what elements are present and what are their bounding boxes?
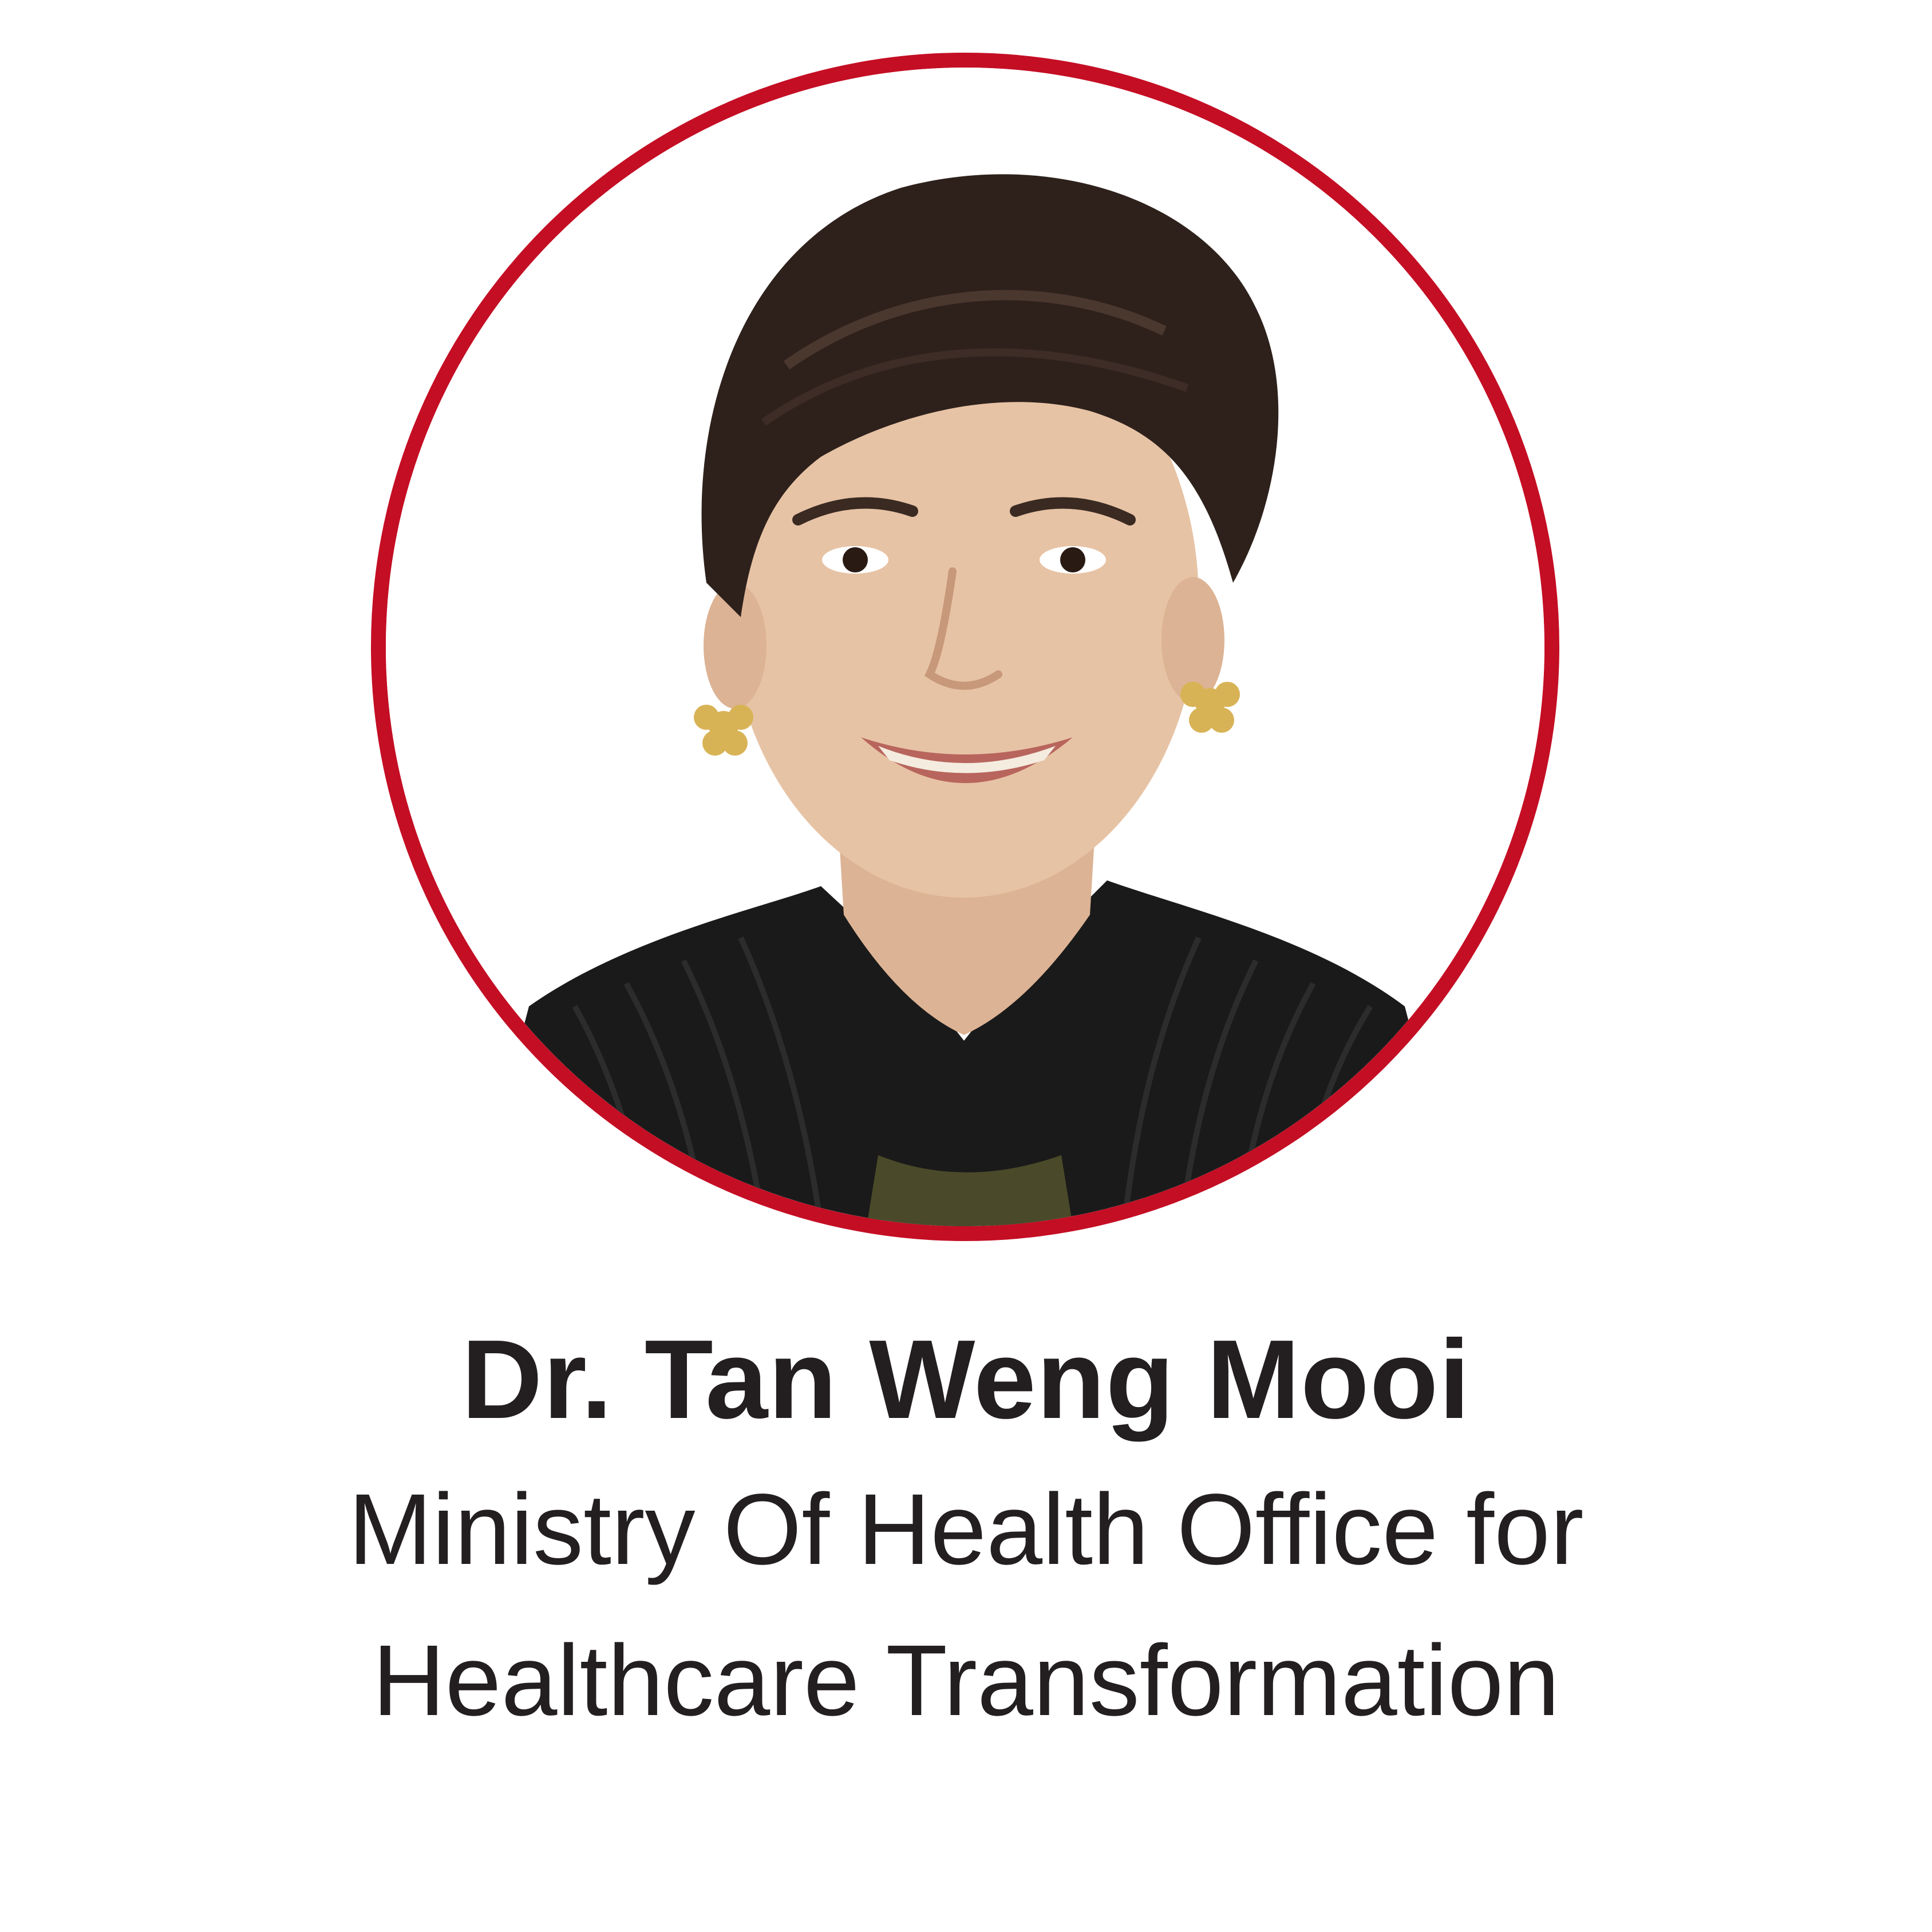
portrait-frame: [371, 53, 1559, 1241]
affiliation-line-1: Ministry Of Health Office for: [348, 1473, 1584, 1586]
portrait-photo: [386, 68, 1544, 1226]
speaker-card: Dr. Tan Weng Mooi Ministry Of Health Off…: [0, 0, 1932, 1932]
speaker-name: Dr. Tan Weng Mooi: [461, 1317, 1471, 1442]
affiliation-line-2: Healthcare Transformation: [372, 1625, 1560, 1737]
speaker-affiliation: Ministry Of Health Office for Healthcare…: [0, 1454, 1932, 1756]
